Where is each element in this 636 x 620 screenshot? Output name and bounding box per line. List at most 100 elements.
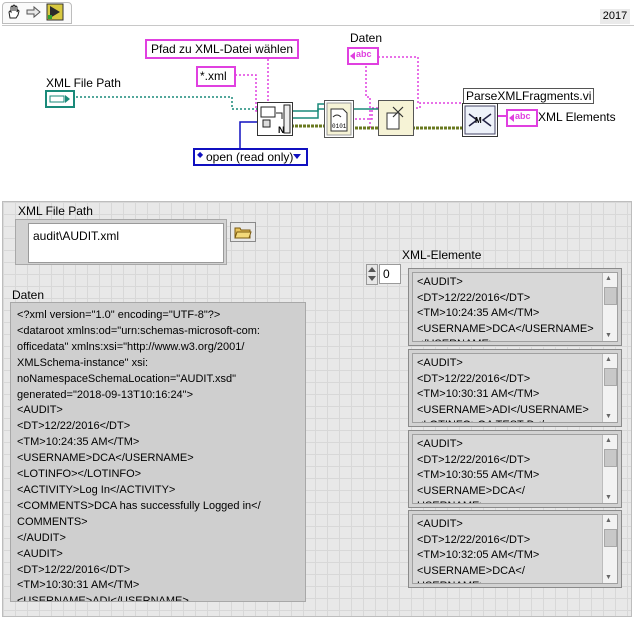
daten-string-indicator[interactable]: <?xml version="1.0" encoding="UTF-8"?> <d… <box>10 302 306 602</box>
file-path-value: audit\AUDIT.xml <box>33 229 120 243</box>
parse-xml-icon: M <box>464 105 496 135</box>
chevron-down-icon[interactable] <box>293 154 301 159</box>
scrollbar[interactable]: ▲ ▼ <box>602 354 617 422</box>
index-input[interactable]: 0 <box>379 264 401 284</box>
scroll-thumb[interactable] <box>604 287 617 305</box>
xml-element-line: <USERNAME>ADI</USERNAME> <box>417 403 589 416</box>
xml-element-item[interactable]: <AUDIT> <DT>12/22/2016</DT> <TM>10:30:31 A… <box>408 349 622 427</box>
subvi-name-label: ParseXMLFragments.vi <box>463 88 595 104</box>
daten-line: generated="2018-09-13T10:16:24"> <box>17 388 194 401</box>
scroll-up-icon[interactable]: ▲ <box>605 517 612 524</box>
xml-element-item[interactable]: <AUDIT> <DT>12/22/2016</DT> <TM>10:24:35 A… <box>408 268 622 346</box>
xml-element-text: <AUDIT> <DT>12/22/2016</DT> <TM>10:24:35 A… <box>417 275 594 341</box>
open-file-node[interactable]: 0101 <box>324 100 354 138</box>
indicator-arrow-icon <box>509 114 514 122</box>
xml-element-text-area: <AUDIT> <DT>12/22/2016</DT> <TM>10:32:05 A… <box>412 514 618 584</box>
decrement-arrow-icon[interactable] <box>368 276 376 281</box>
daten-indicator-terminal[interactable]: abc <box>347 47 379 65</box>
xml-elements-indicator-terminal[interactable]: abc <box>506 109 538 127</box>
xml-file-path-terminal-label: XML File Path <box>46 76 121 90</box>
xml-element-line: <TM>10:30:55 AM</TM> <box>417 469 540 481</box>
xml-element-text: <AUDIT> <DT>12/22/2016</DT> <TM>10:30:31 A… <box>417 356 589 422</box>
xml-element-line: </USERNAME> <box>417 337 594 341</box>
scroll-up-icon[interactable]: ▲ <box>605 275 612 282</box>
daten-line: <?xml version="1.0" encoding="UTF-8"?> <box>17 309 221 321</box>
daten-line: <USERNAME>DCA</USERNAME> <box>17 452 194 465</box>
xml-element-text: <AUDIT> <DT>12/22/2016</DT> <TM>10:32:05 A… <box>417 517 539 583</box>
daten-line: <ACTIVITY>Log In</ACTIVITY> <box>17 483 176 496</box>
file-dialog-icon: N <box>260 104 291 135</box>
file-path-label: XML File Path <box>18 204 93 218</box>
xml-element-line: <AUDIT> <box>417 438 463 450</box>
xml-element-item[interactable]: <AUDIT> <DT>12/22/2016</DT> <TM>10:32:05 A… <box>408 510 622 588</box>
svg-text:M: M <box>475 116 482 125</box>
increment-arrow-icon[interactable] <box>368 267 376 272</box>
xml-element-line: <DT>12/22/2016</DT> <box>417 453 531 466</box>
string-type-glyph: abc <box>356 49 372 59</box>
open-mode-enum[interactable]: ◆ open (read only) <box>193 148 308 166</box>
enum-wire <box>239 121 258 148</box>
string-wire-daten-out <box>374 56 419 103</box>
xml-element-item[interactable]: <AUDIT> <DT>12/22/2016</DT> <TM>10:30:55 A… <box>408 430 622 508</box>
xml-element-text-area: <AUDIT> <DT>12/22/2016</DT> <TM>10:24:35 A… <box>412 272 618 342</box>
index-spinner[interactable] <box>366 264 378 285</box>
xml-element-line: <TM>10:30:31 AM</TM> <box>417 388 540 400</box>
xml-element-line: <USERNAME>DCA</ <box>417 484 525 497</box>
daten-text: <?xml version="1.0" encoding="UTF-8"?> <d… <box>17 308 261 602</box>
scrollbar[interactable]: ▲ ▼ <box>602 515 617 583</box>
enum-increment-icon[interactable]: ◆ <box>197 150 203 159</box>
scroll-thumb[interactable] <box>604 368 617 386</box>
daten-line: <AUDIT> <box>17 547 63 560</box>
daten-line: <AUDIT> <box>17 404 63 417</box>
xml-file-path-control-terminal[interactable] <box>45 90 75 108</box>
file-path-control: audit\AUDIT.xml <box>15 219 227 265</box>
refnum-wire-1 <box>291 103 324 112</box>
scrollbar[interactable]: ▲ ▼ <box>602 435 617 503</box>
xml-element-line: USERNAME> <box>417 579 539 583</box>
xml-element-line: <DT>12/22/2016</DT> <box>417 291 531 304</box>
daten-line: <LOTINFO></LOTINFO> <box>17 468 142 481</box>
close-file-node[interactable] <box>378 100 414 136</box>
xml-element-line: <USERNAME>DCA</ <box>417 564 525 577</box>
scroll-up-icon[interactable]: ▲ <box>605 437 612 444</box>
daten-line: <USERNAME>ADI</USERNAME> <box>17 595 189 602</box>
xml-element-text-area: <AUDIT> <DT>12/22/2016</DT> <TM>10:30:55 A… <box>412 434 618 504</box>
scroll-down-icon[interactable]: ▼ <box>605 574 612 581</box>
xml-element-line: <LOTINFO>QA TEST D</ <box>417 418 589 422</box>
close-file-icon <box>386 106 404 130</box>
open-file-icon: 0101 <box>326 102 352 136</box>
parse-xml-fragments-subvi[interactable]: M <box>462 103 498 137</box>
xml-element-text: <AUDIT> <DT>12/22/2016</DT> <TM>10:30:55 A… <box>417 437 540 503</box>
scroll-down-icon[interactable]: ▼ <box>605 332 612 339</box>
scroll-thumb[interactable] <box>604 449 617 467</box>
daten-line: noNamespaceSchemaLocation="AUDIT.xsd" <box>17 372 237 385</box>
folder-icon <box>234 227 252 239</box>
file-dialog-node[interactable]: N <box>257 102 293 136</box>
prompt-string-constant[interactable]: Pfad zu XML-Datei wählen <box>145 39 300 59</box>
scroll-thumb[interactable] <box>604 529 617 547</box>
open-mode-value: open (read only) <box>206 150 294 164</box>
svg-text:0101: 0101 <box>332 123 347 130</box>
daten-line: officedata" xmlns:xsi="http://www.w3.org… <box>17 340 245 353</box>
scroll-up-icon[interactable]: ▲ <box>605 356 612 363</box>
daten-line: <TM>10:30:31 AM</TM> <box>17 579 140 592</box>
daten-label: Daten <box>12 288 45 302</box>
scroll-down-icon[interactable]: ▼ <box>605 413 612 420</box>
pattern-string-constant[interactable]: *.xml <box>196 66 236 87</box>
xml-element-line: USERNAME> <box>417 499 539 503</box>
xml-elements-terminal-label: XML Elements <box>538 110 616 124</box>
xml-element-line: <AUDIT> <box>417 357 463 369</box>
xml-element-line: <TM>10:24:35 AM</TM> <box>417 307 540 319</box>
path-type-icon <box>49 95 70 103</box>
scroll-down-icon[interactable]: ▼ <box>605 494 612 501</box>
xml-element-line: <USERNAME>DCA</USERNAME> <box>417 322 594 335</box>
daten-line: XMLSchema-instance" xsi: <box>17 356 149 369</box>
xml-elemente-label: XML-Elemente <box>402 248 482 262</box>
daten-line: COMMENTS> <box>17 515 88 528</box>
xml-element-line: <DT>12/22/2016</DT> <box>417 372 531 385</box>
string-type-glyph: abc <box>515 111 531 121</box>
scrollbar[interactable]: ▲ ▼ <box>602 273 617 341</box>
file-path-input[interactable]: audit\AUDIT.xml <box>28 223 224 263</box>
daten-line: <dataroot xmlns:od="urn:schemas-microsof… <box>17 324 260 337</box>
browse-button[interactable] <box>230 222 256 242</box>
